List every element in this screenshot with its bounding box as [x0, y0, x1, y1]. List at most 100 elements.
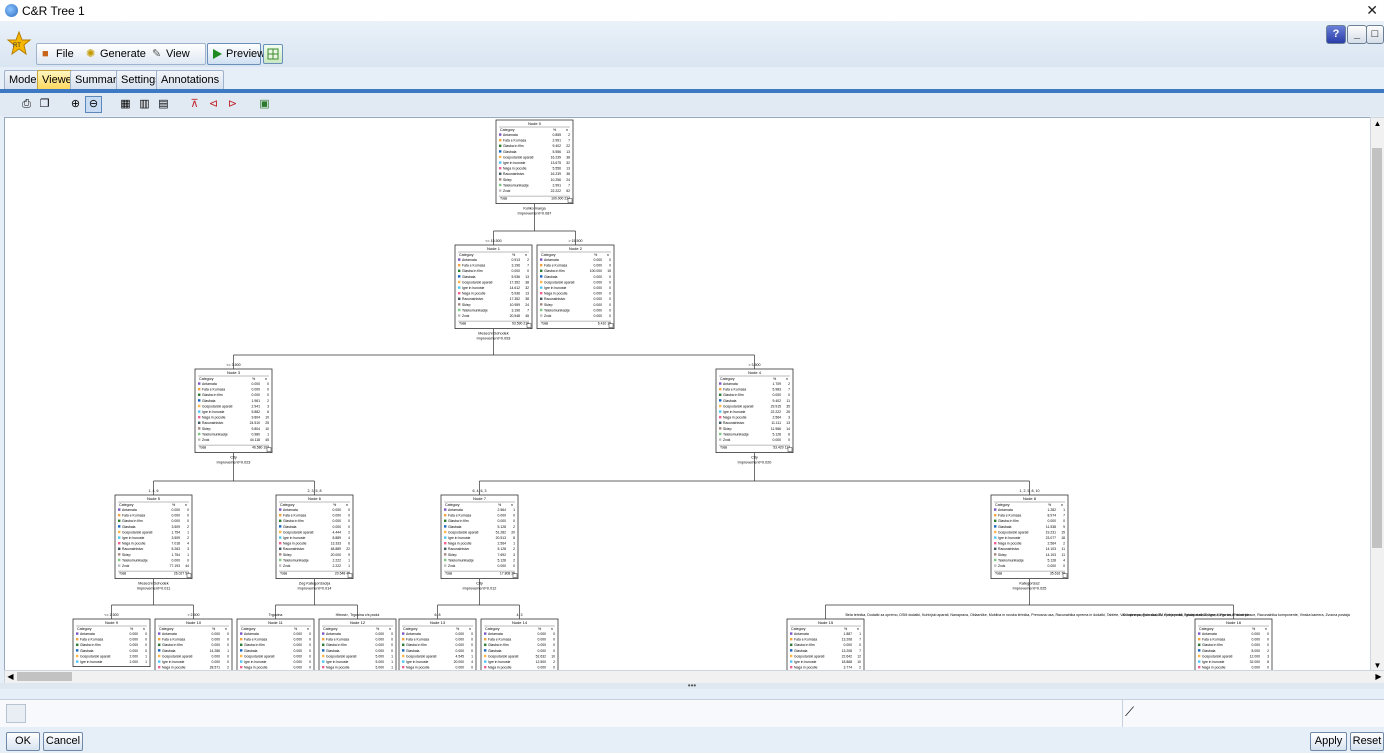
tree-left-right-icon[interactable]: ⊳	[224, 96, 241, 113]
category-label: Naga in pocutie	[1202, 666, 1226, 670]
reset-button[interactable]: Reset	[1350, 732, 1384, 751]
horizontal-scroll-thumb[interactable]	[17, 672, 72, 681]
tree-right-left-icon[interactable]: ⊲	[205, 96, 222, 113]
panel-splitter[interactable]: •••	[0, 682, 1384, 690]
zoom-out-icon[interactable]: ⊖	[85, 96, 102, 113]
category-swatch	[458, 275, 461, 278]
tree-node[interactable]: Node 0Category% nAntarnata 0.855 2Fata e Ku…	[495, 119, 574, 204]
category-percent: 3.196	[512, 308, 521, 312]
generate-node-button[interactable]	[263, 44, 283, 64]
tree-node[interactable]: Node 4Category% nAntarnata 1.709 2Fata e Ku…	[715, 368, 794, 453]
branch-condition-left: <= 2.500	[104, 613, 118, 617]
category-swatch	[279, 542, 282, 545]
scroll-up-icon[interactable]: ▲	[1372, 118, 1383, 129]
category-swatch	[499, 133, 502, 136]
category-percent: 0.855	[553, 133, 562, 137]
maximize-button[interactable]: □	[1366, 25, 1384, 44]
collapse-toggle[interactable]	[567, 198, 573, 203]
category-label: Antarnata	[448, 508, 463, 512]
category-percent: 0.000	[333, 525, 342, 529]
tree-node[interactable]: Node 15Category% nAntarnata 1.887 1Fata e K…	[786, 618, 865, 671]
tree-node[interactable]: Node 3Category% nAntarnata 0.000 0Fata e Ku…	[194, 368, 273, 453]
category-count: 1	[348, 558, 350, 562]
table-view-icon[interactable]: ▦	[117, 96, 134, 113]
table-graph-view-icon[interactable]: ▤	[155, 96, 172, 113]
category-count: 0	[227, 660, 229, 664]
category-count: 32	[566, 161, 570, 165]
category-count: 22	[566, 144, 570, 148]
graph-view-icon[interactable]: ▥	[136, 96, 153, 113]
preview-button[interactable]: Preview	[207, 43, 265, 65]
apply-button[interactable]: Apply	[1310, 732, 1347, 751]
category-label: Naga in pocutie	[283, 542, 307, 546]
tree-node[interactable]: Node 16Category% nAntarnata 0.000 0Fata e K…	[1194, 618, 1273, 671]
category-label: Naga in pocutie	[544, 292, 568, 296]
tree-node[interactable]: Node 11Category% nAntarnata 0.000 0Fata e K…	[236, 618, 315, 671]
category-swatch	[1198, 632, 1201, 635]
minimize-button[interactable]: _	[1347, 25, 1367, 44]
category-label: Glasbala	[80, 649, 93, 653]
collapse-toggle[interactable]	[186, 573, 192, 578]
close-icon[interactable]: ✕	[1366, 2, 1378, 19]
collapse-toggle[interactable]	[526, 323, 532, 328]
category-swatch	[158, 638, 161, 641]
tab-annotations[interactable]: Annotations	[156, 70, 225, 89]
category-percent: 0.000	[130, 632, 139, 636]
panel-icon[interactable]	[6, 704, 26, 723]
print-icon[interactable]: ⎙	[18, 96, 35, 113]
cancel-button[interactable]: Cancel	[43, 732, 83, 751]
tree-node[interactable]: Node 7Category% nAntarnata 2.564 1Fata e Ku…	[440, 494, 519, 579]
tree-node[interactable]: Node 9Category% nAntarnata 0.000 0Fata e Ku…	[72, 618, 151, 667]
tree-top-down-icon[interactable]: ⊼	[186, 96, 203, 113]
category-swatch	[158, 654, 161, 658]
generate-menu[interactable]: ✺ Generate	[84, 46, 146, 62]
vertical-scrollbar[interactable]: ▲ ▼	[1370, 117, 1384, 672]
tree-node[interactable]: Node 14Category% nAntarnata 0.000 0Fata e K…	[480, 618, 559, 671]
tree-canvas[interactable]: Node 0 Category% n Antarnata 0.855 2 Fata e Ku…	[4, 117, 1371, 672]
tree-node[interactable]: Node 10Category% nAntarnata 0.000 0Fata e K…	[154, 618, 233, 671]
category-swatch	[444, 558, 447, 562]
tree-node[interactable]: Node 2Category% nAntarnata 0.000 0Fata e Ku…	[536, 244, 615, 329]
collapse-toggle[interactable]	[1062, 573, 1068, 578]
branch-condition-left: Trgovina	[269, 613, 283, 617]
category-swatch	[118, 547, 121, 550]
help-button[interactable]: ?	[1326, 25, 1346, 44]
category-swatch	[118, 542, 121, 545]
tree-node[interactable]: Node 13Category% nAntarnata 0.000 0Fata e K…	[398, 618, 477, 671]
file-menu[interactable]: ■ File	[40, 46, 74, 62]
brush-icon[interactable]: ⟋	[1125, 704, 1141, 722]
category-label: Antarnata	[503, 133, 518, 137]
category-count: 0	[1267, 638, 1269, 642]
tree-node[interactable]: Node 12Category% nAntarnata 0.000 0Fata e K…	[318, 618, 397, 671]
tree-node[interactable]: Node 8Category% nAntarnata 1.282 1Fata e Ku…	[990, 494, 1069, 579]
category-swatch	[994, 542, 997, 545]
tree-node[interactable]: Node 6Category% nAntarnata 0.000 0Fata e Ku…	[275, 494, 354, 579]
collapse-toggle[interactable]	[347, 573, 353, 578]
category-count: 0	[513, 514, 515, 518]
vertical-scroll-thumb[interactable]	[1372, 148, 1382, 548]
ok-button[interactable]: OK	[6, 732, 40, 751]
collapse-toggle[interactable]	[512, 573, 518, 578]
export-icon[interactable]: ▣	[256, 96, 273, 113]
collapse-toggle[interactable]	[608, 323, 614, 328]
category-label: Gospodarski aparati	[406, 654, 437, 658]
category-count: 35	[786, 404, 790, 408]
category-count: 0	[309, 632, 311, 636]
collapse-toggle[interactable]	[787, 447, 793, 452]
copy-icon[interactable]: ❐	[36, 96, 53, 113]
tree-node[interactable]: Node 1Category% nAntarnata 0.913 2Fata e Ku…	[454, 244, 533, 329]
category-swatch	[118, 530, 121, 534]
viewer-toolbar: ⎙ ❐ ⊕ ⊖ ▦ ▥ ▤ ⊼ ⊲ ⊳ ▣	[0, 93, 1384, 116]
scroll-right-icon[interactable]: ▶	[1373, 671, 1384, 682]
category-label: Fata e Kurnasa	[503, 139, 526, 143]
category-percent: 3.196	[512, 264, 521, 268]
category-label: Zvok	[998, 564, 1006, 568]
view-menu[interactable]: ✎ View	[150, 46, 190, 62]
category-percent: 0.000	[294, 632, 303, 636]
scroll-left-icon[interactable]: ◀	[5, 671, 16, 682]
zoom-in-icon[interactable]: ⊕	[67, 96, 84, 113]
tree-node[interactable]: Node 5Category% nAntarnata 0.000 0Fata e Ku…	[114, 494, 193, 579]
category-count: 0	[187, 508, 189, 512]
node-header-n: n	[1061, 503, 1063, 507]
collapse-toggle[interactable]	[266, 447, 272, 452]
